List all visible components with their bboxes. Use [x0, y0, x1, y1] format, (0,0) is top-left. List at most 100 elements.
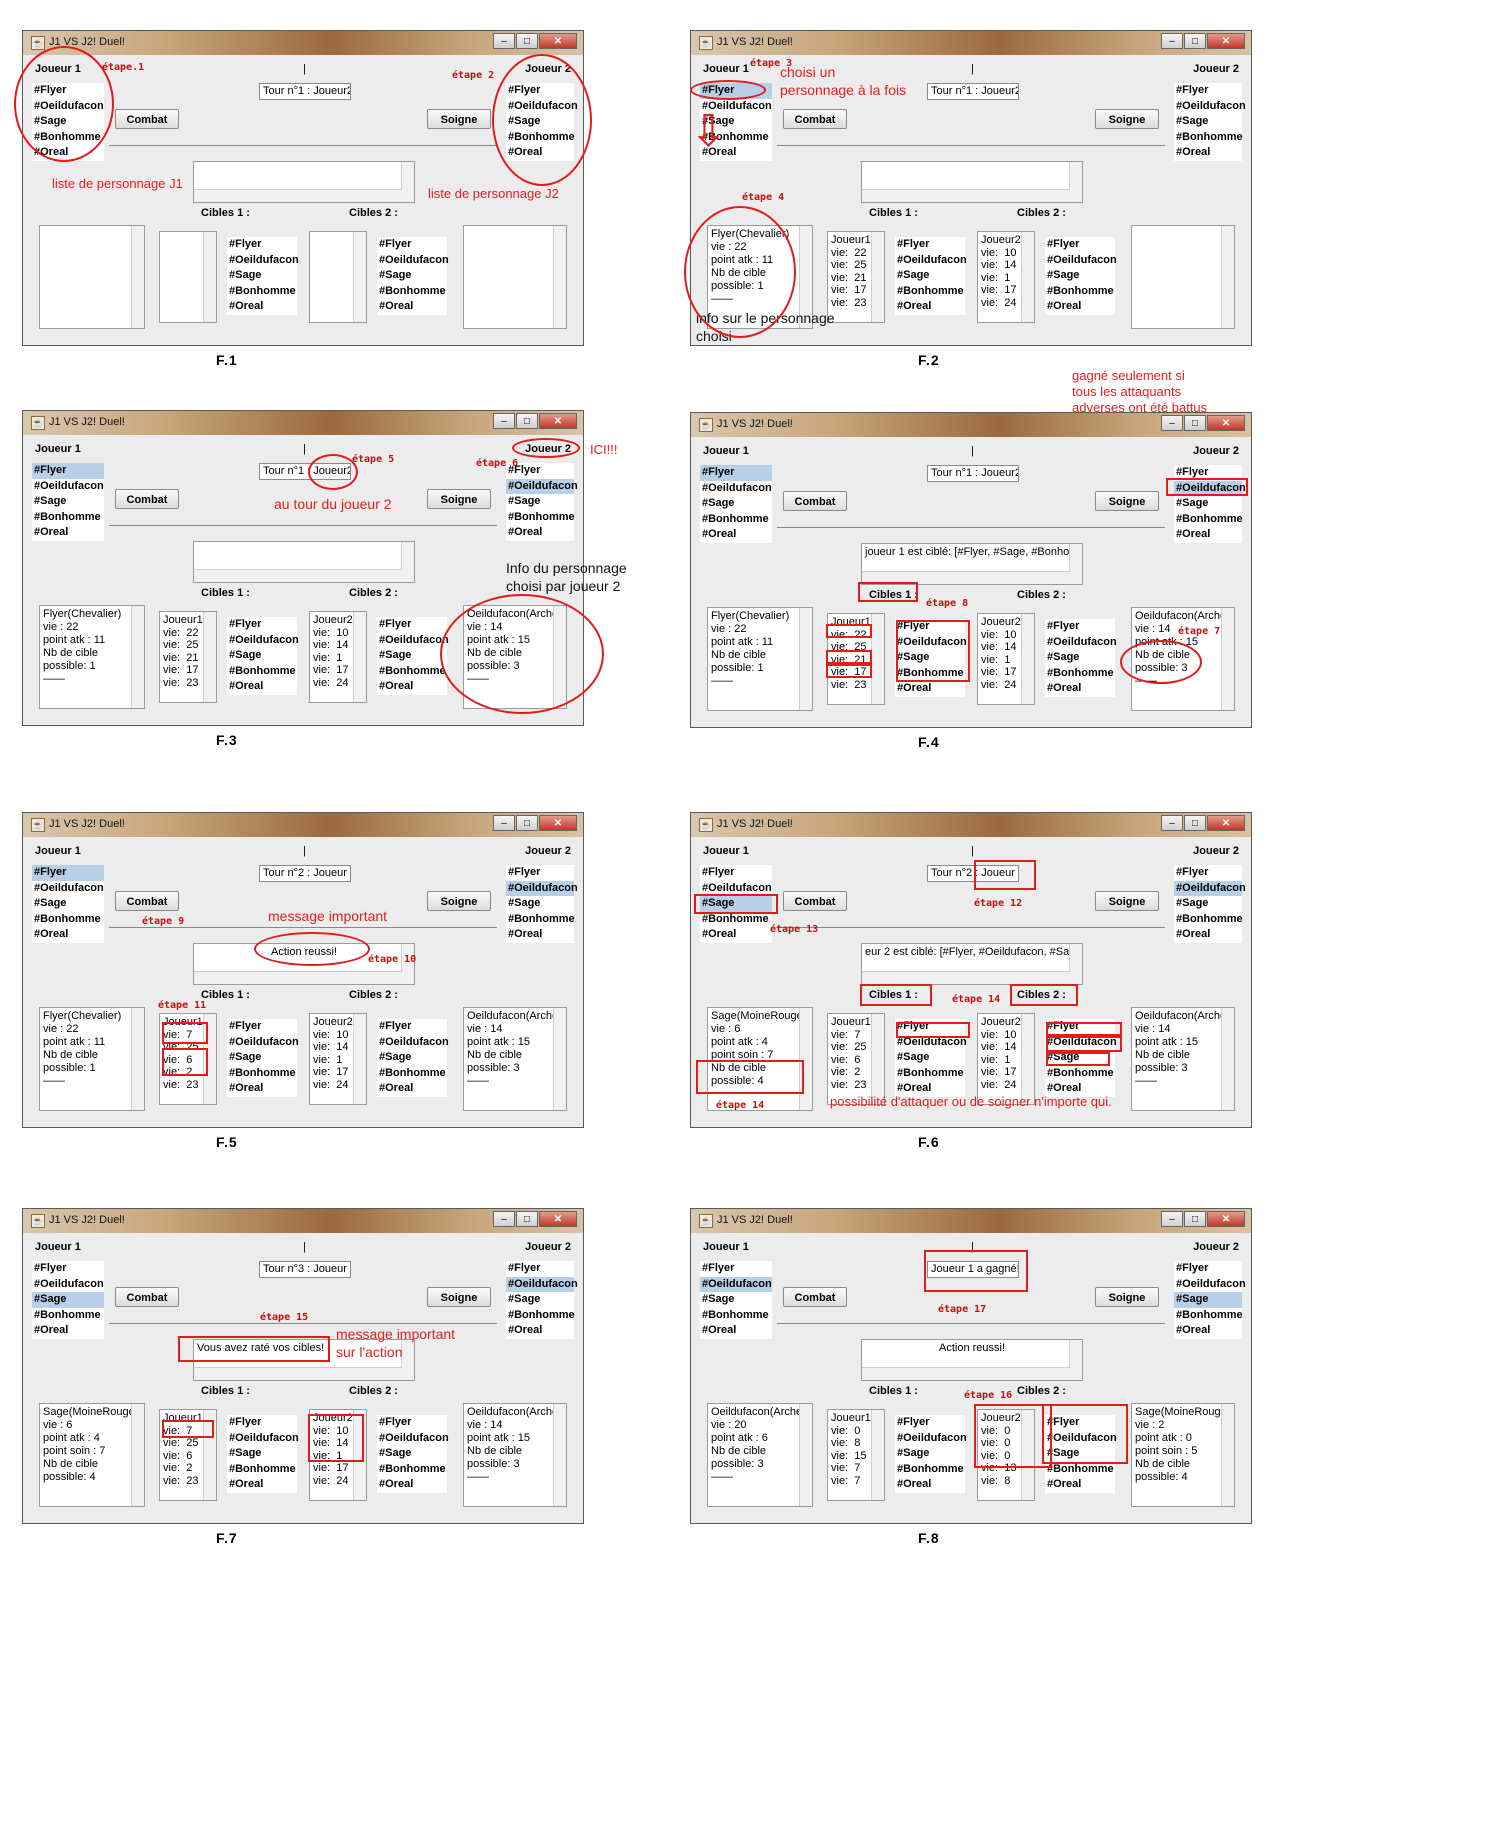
player2-character-item[interactable]: #Sage: [1174, 896, 1242, 912]
targets1-character-item[interactable]: #Bonhomme: [227, 664, 297, 680]
targets1-character-list[interactable]: #Flyer #Oeildufacon #Sage #Bonhomme #Oreal: [895, 1415, 967, 1493]
targets1-character-item[interactable]: #Sage: [895, 1446, 965, 1462]
minimize-icon[interactable]: –: [1161, 415, 1183, 431]
info-left-scrollbar[interactable]: [131, 606, 144, 708]
targets2-scrollbar[interactable]: [353, 1014, 366, 1104]
info-right-scrollbar[interactable]: [1221, 226, 1234, 328]
targets1-scrollbar[interactable]: [871, 232, 884, 322]
player2-character-item[interactable]: #Bonhomme: [1174, 512, 1243, 528]
targets2-character-item[interactable]: #Flyer: [1045, 237, 1115, 253]
targets1-character-item[interactable]: #Sage: [895, 268, 965, 284]
player2-character-item[interactable]: #Sage: [1174, 114, 1242, 130]
maximize-icon[interactable]: □: [1184, 815, 1206, 831]
targets2-character-item[interactable]: #Sage: [377, 648, 447, 664]
targets2-character-item[interactable]: #Flyer: [377, 237, 447, 253]
info-left-scrollbar[interactable]: [799, 1008, 812, 1110]
targets1-character-item[interactable]: #Flyer: [227, 617, 297, 633]
close-icon[interactable]: ✕: [1207, 415, 1245, 431]
player2-character-list[interactable]: #Flyer #Oeildufacon #Sage #Bonhomme #Oreal: [506, 463, 578, 541]
player1-character-item[interactable]: #Oeildufacon: [700, 1276, 772, 1292]
player2-targets-hp[interactable]: [309, 231, 367, 323]
targets1-character-item[interactable]: #Oeildufacon: [227, 1035, 299, 1051]
player1-character-list[interactable]: #Flyer #Oeildufacon #Sage #Bonhomme #Oreal: [700, 1261, 772, 1339]
combat-button[interactable]: Combat: [115, 891, 179, 911]
player2-character-item[interactable]: #Flyer: [1174, 1261, 1242, 1277]
player1-character-item[interactable]: #Oreal: [32, 525, 104, 541]
message-hscrollbar[interactable]: [862, 1367, 1070, 1380]
info-right-scrollbar[interactable]: [1221, 1404, 1234, 1506]
close-icon[interactable]: ✕: [539, 1211, 577, 1227]
info-right-scrollbar[interactable]: [1221, 1008, 1234, 1110]
player2-character-item[interactable]: #Oreal: [1174, 927, 1242, 943]
soigne-button[interactable]: Soigne: [427, 109, 491, 129]
targets1-character-item[interactable]: #Sage: [227, 1050, 297, 1066]
targets1-character-item[interactable]: #Sage: [227, 648, 297, 664]
player1-targets-hp[interactable]: Joueur1 vie: 7 vie: 25 vie: 6 vie: 2 vie…: [827, 1013, 885, 1105]
player2-character-item[interactable]: #Bonhomme: [1174, 1308, 1243, 1324]
player1-character-item[interactable]: #Sage: [32, 896, 104, 912]
targets1-character-item[interactable]: #Bonhomme: [895, 284, 965, 300]
targets1-character-item[interactable]: #Oeildufacon: [895, 253, 967, 269]
minimize-icon[interactable]: –: [1161, 1211, 1183, 1227]
message-scrollbar[interactable]: [401, 542, 414, 582]
targets1-character-list[interactable]: #Flyer #Oeildufacon #Sage #Bonhomme #Oreal: [227, 1019, 299, 1097]
player2-character-list[interactable]: #Flyer #Oeildufacon #Sage #Bonhomme #Oreal: [1174, 1261, 1246, 1339]
soigne-button[interactable]: Soigne: [1095, 1287, 1159, 1307]
title-bar[interactable]: ☕ J1 VS J2! Duel! – □ ✕: [691, 31, 1251, 55]
combat-button[interactable]: Combat: [783, 491, 847, 511]
minimize-icon[interactable]: –: [493, 33, 515, 49]
player2-character-item[interactable]: #Oeildufacon: [506, 478, 578, 494]
targets1-character-item[interactable]: #Sage: [895, 1050, 965, 1066]
player2-targets-hp[interactable]: Joueur2 vie: 10 vie: 14 vie: 1 vie: 17 v…: [977, 613, 1035, 705]
soigne-button[interactable]: Soigne: [427, 489, 491, 509]
targets1-character-item[interactable]: #Oeildufacon: [227, 253, 299, 269]
player1-character-item[interactable]: #Bonhomme: [32, 1308, 104, 1324]
player2-character-item[interactable]: #Flyer: [506, 1261, 574, 1277]
player1-character-item[interactable]: #Oreal: [700, 1323, 772, 1339]
player2-character-item[interactable]: #Flyer: [506, 865, 574, 881]
targets1-character-item[interactable]: #Oeildufacon: [227, 1431, 299, 1447]
targets2-scrollbar[interactable]: [1021, 614, 1034, 704]
player1-targets-hp[interactable]: [159, 231, 217, 323]
player2-character-item[interactable]: #Oreal: [1174, 527, 1242, 543]
player2-character-list[interactable]: #Flyer #Oeildufacon #Sage #Bonhomme #Oreal: [1174, 465, 1246, 543]
player1-character-item[interactable]: #Flyer: [32, 865, 104, 881]
targets2-character-item[interactable]: #Bonhomme: [377, 664, 447, 680]
targets2-character-item[interactable]: #Bonhomme: [377, 1462, 447, 1478]
combat-button[interactable]: Combat: [783, 1287, 847, 1307]
message-scrollbar[interactable]: [1069, 1340, 1082, 1380]
close-icon[interactable]: ✕: [539, 413, 577, 429]
info-right-scrollbar[interactable]: [553, 1404, 566, 1506]
targets2-character-item[interactable]: #Sage: [377, 1050, 447, 1066]
targets2-character-item[interactable]: #Oeildufacon: [1045, 253, 1117, 269]
maximize-icon[interactable]: □: [516, 413, 538, 429]
close-icon[interactable]: ✕: [1207, 815, 1245, 831]
targets1-character-item[interactable]: #Oeildufacon: [895, 1431, 967, 1447]
targets1-character-item[interactable]: #Oreal: [227, 299, 297, 315]
player1-character-item[interactable]: #Oreal: [700, 527, 772, 543]
player2-character-item[interactable]: #Sage: [506, 494, 574, 510]
player1-character-item[interactable]: #Bonhomme: [32, 510, 104, 526]
message-hscrollbar[interactable]: [194, 189, 402, 202]
message-hscrollbar[interactable]: [194, 569, 402, 582]
targets2-character-item[interactable]: #Bonhomme: [1045, 284, 1115, 300]
targets1-character-item[interactable]: #Flyer: [227, 1019, 297, 1035]
player2-character-item[interactable]: #Oeildufacon: [1174, 880, 1246, 896]
targets2-character-list[interactable]: #Flyer #Oeildufacon #Sage #Bonhomme #Oreal: [377, 1019, 449, 1097]
targets1-character-item[interactable]: #Flyer: [895, 237, 965, 253]
player2-character-list[interactable]: #Flyer #Oeildufacon #Sage #Bonhomme #Oreal: [506, 1261, 578, 1339]
maximize-icon[interactable]: □: [516, 33, 538, 49]
player2-character-item[interactable]: #Flyer: [1174, 83, 1242, 99]
targets1-character-item[interactable]: #Oreal: [895, 1477, 965, 1493]
targets2-character-item[interactable]: #Oreal: [377, 1081, 447, 1097]
player2-character-item[interactable]: #Sage: [506, 1292, 574, 1308]
player1-character-item[interactable]: #Bonhomme: [700, 512, 772, 528]
targets2-scrollbar[interactable]: [1021, 1014, 1034, 1104]
targets2-character-item[interactable]: #Oeildufacon: [377, 253, 449, 269]
player1-character-item[interactable]: #Sage: [700, 1292, 772, 1308]
targets1-character-item[interactable]: #Flyer: [227, 1415, 297, 1431]
close-icon[interactable]: ✕: [1207, 33, 1245, 49]
targets1-character-item[interactable]: #Oeildufacon: [227, 633, 299, 649]
targets2-character-item[interactable]: #Oreal: [377, 299, 447, 315]
targets2-character-item[interactable]: #Flyer: [377, 1019, 447, 1035]
